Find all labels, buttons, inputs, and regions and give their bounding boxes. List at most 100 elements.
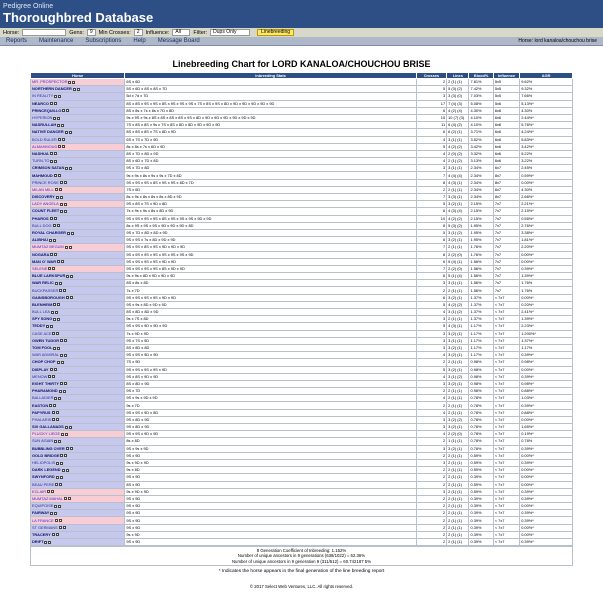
horse-name-cell[interactable]: CHOP CHOP bbox=[29, 358, 126, 367]
info-icon[interactable] bbox=[55, 310, 59, 314]
horse-name-cell[interactable]: HELIOPOLIS bbox=[29, 458, 126, 468]
horse-name-cell[interactable]: MR. PROSPECTOR bbox=[29, 77, 126, 87]
info-icon[interactable] bbox=[76, 87, 80, 91]
horse-name-cell[interactable]: BEAU PERE bbox=[29, 480, 126, 489]
info-icon[interactable] bbox=[57, 317, 61, 321]
horse-link[interactable]: MENOW bbox=[32, 374, 47, 379]
horse-link[interactable]: BOLD RULER bbox=[32, 137, 57, 142]
pedigree-icon[interactable] bbox=[59, 202, 63, 206]
horse-link[interactable]: TURN-TO bbox=[32, 159, 49, 164]
filter-select[interactable]: Dups Only bbox=[210, 29, 251, 36]
horse-link[interactable]: BLUE LARKSPUR bbox=[32, 274, 65, 279]
horse-name-cell[interactable]: BALLADIER bbox=[29, 394, 126, 403]
horse-name-cell[interactable]: NASRULLAH bbox=[29, 121, 126, 130]
info-icon[interactable] bbox=[56, 224, 60, 228]
horse-link[interactable]: TRACERY bbox=[32, 532, 51, 537]
horse-name-cell[interactable]: SELENE bbox=[29, 264, 126, 274]
pedigree-icon[interactable] bbox=[50, 511, 54, 515]
horse-link[interactable]: CRIMSON SATAN bbox=[32, 166, 64, 171]
pedigree-icon[interactable] bbox=[61, 432, 65, 436]
info-icon[interactable] bbox=[57, 303, 61, 307]
horse-link[interactable]: MUMTAZ BEGUM bbox=[32, 245, 64, 250]
horse-name-cell[interactable]: TEDDY bbox=[29, 322, 126, 331]
horse-link[interactable]: SPY SONG bbox=[32, 317, 52, 322]
horse-link[interactable]: PRINCEQUILLO bbox=[32, 108, 61, 113]
horse-name-cell[interactable]: ECLAIR bbox=[29, 487, 126, 496]
pedigree-icon[interactable] bbox=[53, 303, 57, 307]
pedigree-icon[interactable] bbox=[58, 145, 62, 149]
horse-link[interactable]: PHAROS bbox=[32, 216, 49, 221]
gens-select[interactable]: 9 bbox=[86, 29, 96, 36]
pedigree-icon[interactable] bbox=[54, 504, 58, 508]
horse-name-cell[interactable]: TOM FOOL bbox=[29, 343, 126, 353]
info-icon[interactable] bbox=[70, 274, 74, 278]
pedigree-icon[interactable] bbox=[57, 123, 61, 127]
horse-name-cell[interactable]: EQUIPOISE bbox=[29, 502, 126, 511]
info-icon[interactable] bbox=[54, 511, 58, 515]
horse-link[interactable]: OWEN TUDOR bbox=[32, 338, 59, 343]
info-icon[interactable] bbox=[59, 195, 63, 199]
pedigree-icon[interactable] bbox=[60, 209, 64, 213]
info-icon[interactable] bbox=[58, 188, 62, 192]
horse-link[interactable]: WAR RELIC bbox=[32, 281, 54, 286]
horse-link[interactable]: DRIFT bbox=[32, 540, 43, 545]
pedigree-icon[interactable] bbox=[55, 475, 59, 479]
horse-name-cell[interactable]: WAR RELIC bbox=[29, 279, 126, 288]
info-icon[interactable] bbox=[64, 339, 68, 343]
horse-name-cell[interactable]: EIGHT THIRTY bbox=[29, 379, 126, 389]
pedigree-icon[interactable] bbox=[65, 166, 69, 170]
horse-link[interactable]: ST GERMANS bbox=[32, 525, 58, 530]
horse-name-cell[interactable]: MENOW bbox=[29, 372, 126, 381]
horse-link[interactable]: EIGHT THIRTY bbox=[32, 381, 59, 386]
info-icon[interactable] bbox=[56, 418, 60, 422]
pedigree-icon[interactable] bbox=[49, 368, 53, 372]
horse-link[interactable]: CHOP CHOP bbox=[32, 360, 56, 365]
pedigree-icon[interactable] bbox=[61, 468, 65, 472]
horse-name-cell[interactable]: WAR ADMIRAL bbox=[29, 351, 126, 360]
horse-name-cell[interactable]: NOGARA bbox=[29, 250, 126, 259]
horse-name-cell[interactable]: IN REALITY bbox=[29, 92, 126, 101]
pedigree-icon[interactable] bbox=[64, 245, 68, 249]
pedigree-icon[interactable] bbox=[51, 310, 55, 314]
horse-link[interactable]: BEAU PERE bbox=[32, 482, 54, 487]
horse-name-cell[interactable]: PRINCEQUILLO bbox=[29, 106, 126, 115]
horse-name-cell[interactable]: MILAN MILL bbox=[29, 185, 126, 195]
pedigree-icon[interactable] bbox=[60, 382, 64, 386]
horse-name-cell[interactable]: SIX GALLANADS bbox=[29, 422, 126, 432]
horse-link[interactable]: EASTON bbox=[32, 403, 48, 408]
horse-name-cell[interactable]: BULL LEA bbox=[29, 307, 126, 317]
horse-name-cell[interactable]: PRINCE ROSE bbox=[29, 178, 126, 187]
horse-name-cell[interactable]: ST GERMANS bbox=[29, 523, 126, 532]
info-icon[interactable] bbox=[57, 174, 61, 177]
horse-link[interactable]: NORTHERN DANCER bbox=[32, 87, 72, 92]
horse-link[interactable]: PRINCE ROSE bbox=[32, 180, 59, 185]
info-icon[interactable] bbox=[52, 238, 56, 242]
horse-name-cell[interactable]: PLUCKY LIEGE bbox=[29, 430, 126, 439]
horse-name-cell[interactable]: SUN AGAIN bbox=[29, 437, 126, 446]
info-icon[interactable] bbox=[60, 360, 64, 364]
info-icon[interactable] bbox=[53, 152, 57, 156]
info-icon[interactable] bbox=[57, 116, 61, 120]
info-icon[interactable] bbox=[54, 253, 58, 257]
horse-link[interactable]: MR. PROSPECTOR bbox=[32, 80, 67, 85]
horse-link[interactable]: ROYAL CHARGER bbox=[32, 230, 66, 235]
pedigree-icon[interactable] bbox=[68, 80, 72, 84]
info-icon[interactable] bbox=[67, 497, 71, 501]
info-icon[interactable] bbox=[53, 368, 57, 372]
horse-name-cell[interactable]: BUBBLING OVER bbox=[29, 444, 126, 453]
horse-name-cell[interactable]: BLUE LARKSPUR bbox=[29, 272, 126, 281]
horse-name-cell[interactable]: NEARCO bbox=[29, 99, 126, 108]
pedigree-icon[interactable] bbox=[53, 346, 57, 350]
pedigree-icon[interactable] bbox=[72, 87, 76, 91]
info-icon[interactable] bbox=[58, 396, 62, 400]
horse-name-cell[interactable]: NASHUA bbox=[29, 149, 126, 159]
horse-name-cell[interactable]: BLENHEIM bbox=[29, 300, 126, 310]
info-icon[interactable] bbox=[53, 102, 57, 106]
horse-link[interactable]: BLENHEIM bbox=[32, 302, 52, 307]
info-icon[interactable] bbox=[70, 231, 74, 235]
horse-link[interactable]: HYPERION bbox=[32, 115, 52, 120]
horse-link[interactable]: MAN O' WAR bbox=[32, 259, 56, 264]
info-icon[interactable] bbox=[58, 94, 62, 98]
pedigree-icon[interactable] bbox=[56, 360, 60, 364]
horse-name-cell[interactable]: CRIMSON SATAN bbox=[29, 164, 126, 173]
